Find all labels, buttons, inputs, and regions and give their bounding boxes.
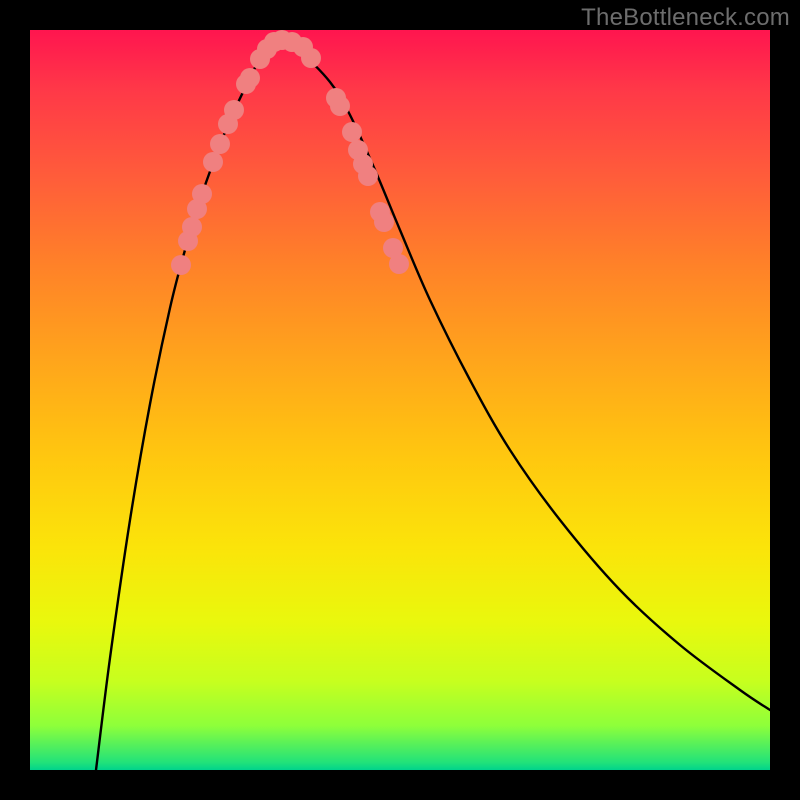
data-dot	[374, 212, 394, 232]
watermark-text: TheBottleneck.com	[581, 4, 790, 32]
chart-frame: TheBottleneck.com	[0, 0, 800, 800]
plot-area	[30, 30, 770, 770]
data-dot	[210, 134, 230, 154]
data-dot	[182, 217, 202, 237]
data-dot	[301, 48, 321, 68]
data-dot	[171, 255, 191, 275]
data-dot	[203, 152, 223, 172]
data-dot	[240, 68, 260, 88]
data-dot	[342, 122, 362, 142]
data-dot	[358, 166, 378, 186]
chart-svg	[30, 30, 770, 770]
bottleneck-curve	[96, 40, 770, 770]
data-dot	[224, 100, 244, 120]
data-dots	[171, 30, 409, 275]
data-dot	[389, 254, 409, 274]
data-dot	[330, 96, 350, 116]
data-dot	[192, 184, 212, 204]
